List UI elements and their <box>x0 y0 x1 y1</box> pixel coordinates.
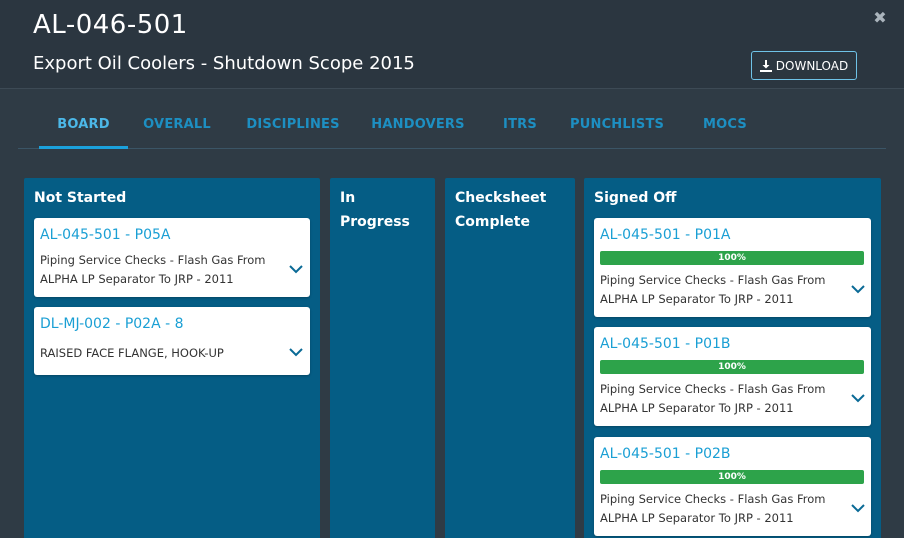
column-in-progress: In Progress <box>330 178 435 538</box>
column-checksheet-complete: Checksheet Complete <box>445 178 575 538</box>
card-description: Piping Service Checks - Flash Gas From A… <box>600 492 826 525</box>
modal-title: AL-046-501 <box>33 10 188 40</box>
chevron-down-icon[interactable] <box>850 503 866 513</box>
task-card[interactable]: DL-MJ-002 - P02A - 8 RAISED FACE FLANGE,… <box>34 307 310 375</box>
column-title: Not Started <box>34 190 127 206</box>
download-label: DOWNLOAD <box>775 58 849 73</box>
column-title-line: Progress <box>340 214 410 230</box>
tab-mocs[interactable]: MOCS <box>697 104 753 146</box>
column-title-line: Checksheet <box>455 190 547 206</box>
chevron-down-icon[interactable] <box>850 393 866 403</box>
chevron-down-icon[interactable] <box>288 347 304 357</box>
column-title-line: In <box>340 190 356 206</box>
column-not-started: Not Started AL-045-501 - P05A Piping Ser… <box>24 178 320 538</box>
download-button[interactable]: DOWNLOAD <box>751 51 857 80</box>
task-card[interactable]: AL-045-501 - P01B 100% Piping Service Ch… <box>594 327 871 426</box>
progress-bar: 100% <box>600 251 864 265</box>
tab-disciplines[interactable]: DISCIPLINES <box>245 104 341 146</box>
tab-handovers[interactable]: HANDOVERS <box>371 104 465 146</box>
card-id-link[interactable]: AL-045-501 - P05A <box>40 227 170 243</box>
card-description: Piping Service Checks - Flash Gas From A… <box>600 273 826 306</box>
chevron-down-icon[interactable] <box>288 264 304 274</box>
column-title: Checksheet Complete <box>455 186 546 234</box>
column-title: In Progress <box>340 186 410 234</box>
task-card[interactable]: AL-045-501 - P01A 100% Piping Service Ch… <box>594 218 871 317</box>
kanban-board: Not Started AL-045-501 - P05A Piping Ser… <box>0 178 904 538</box>
download-icon <box>759 59 772 72</box>
card-id-link[interactable]: AL-045-501 - P01B <box>600 336 731 352</box>
card-description: Piping Service Checks - Flash Gas From A… <box>40 253 266 286</box>
tab-bar: BOARD OVERALL DISCIPLINES HANDOVERS ITRS… <box>18 104 886 149</box>
tab-punchlists[interactable]: PUNCHLISTS <box>570 104 664 146</box>
tab-board[interactable]: BOARD <box>39 104 128 149</box>
tab-overall[interactable]: OVERALL <box>142 104 212 146</box>
card-description: Piping Service Checks - Flash Gas From A… <box>600 382 826 415</box>
card-description: RAISED FACE FLANGE, HOOK-UP <box>40 346 224 360</box>
task-card[interactable]: AL-045-501 - P05A Piping Service Checks … <box>34 218 310 297</box>
close-icon[interactable]: ✖ <box>871 9 889 27</box>
chevron-down-icon[interactable] <box>850 284 866 294</box>
card-id-link[interactable]: AL-045-501 - P02B <box>600 446 731 462</box>
scope-modal: AL-046-501 Export Oil Coolers - Shutdown… <box>0 0 904 538</box>
card-id-link[interactable]: DL-MJ-002 - P02A - 8 <box>40 316 184 332</box>
column-signed-off: Signed Off AL-045-501 - P01A 100% Piping… <box>584 178 881 538</box>
card-id-link[interactable]: AL-045-501 - P01A <box>600 227 730 243</box>
tab-itrs[interactable]: ITRS <box>498 104 542 146</box>
progress-bar: 100% <box>600 470 864 484</box>
column-title-line: Complete <box>455 214 530 230</box>
task-card[interactable]: AL-045-501 - P02B 100% Piping Service Ch… <box>594 437 871 536</box>
column-title: Signed Off <box>594 190 677 206</box>
modal-subtitle: Export Oil Coolers - Shutdown Scope 2015 <box>33 53 415 74</box>
modal-header: AL-046-501 Export Oil Coolers - Shutdown… <box>0 0 904 89</box>
progress-bar: 100% <box>600 360 864 374</box>
